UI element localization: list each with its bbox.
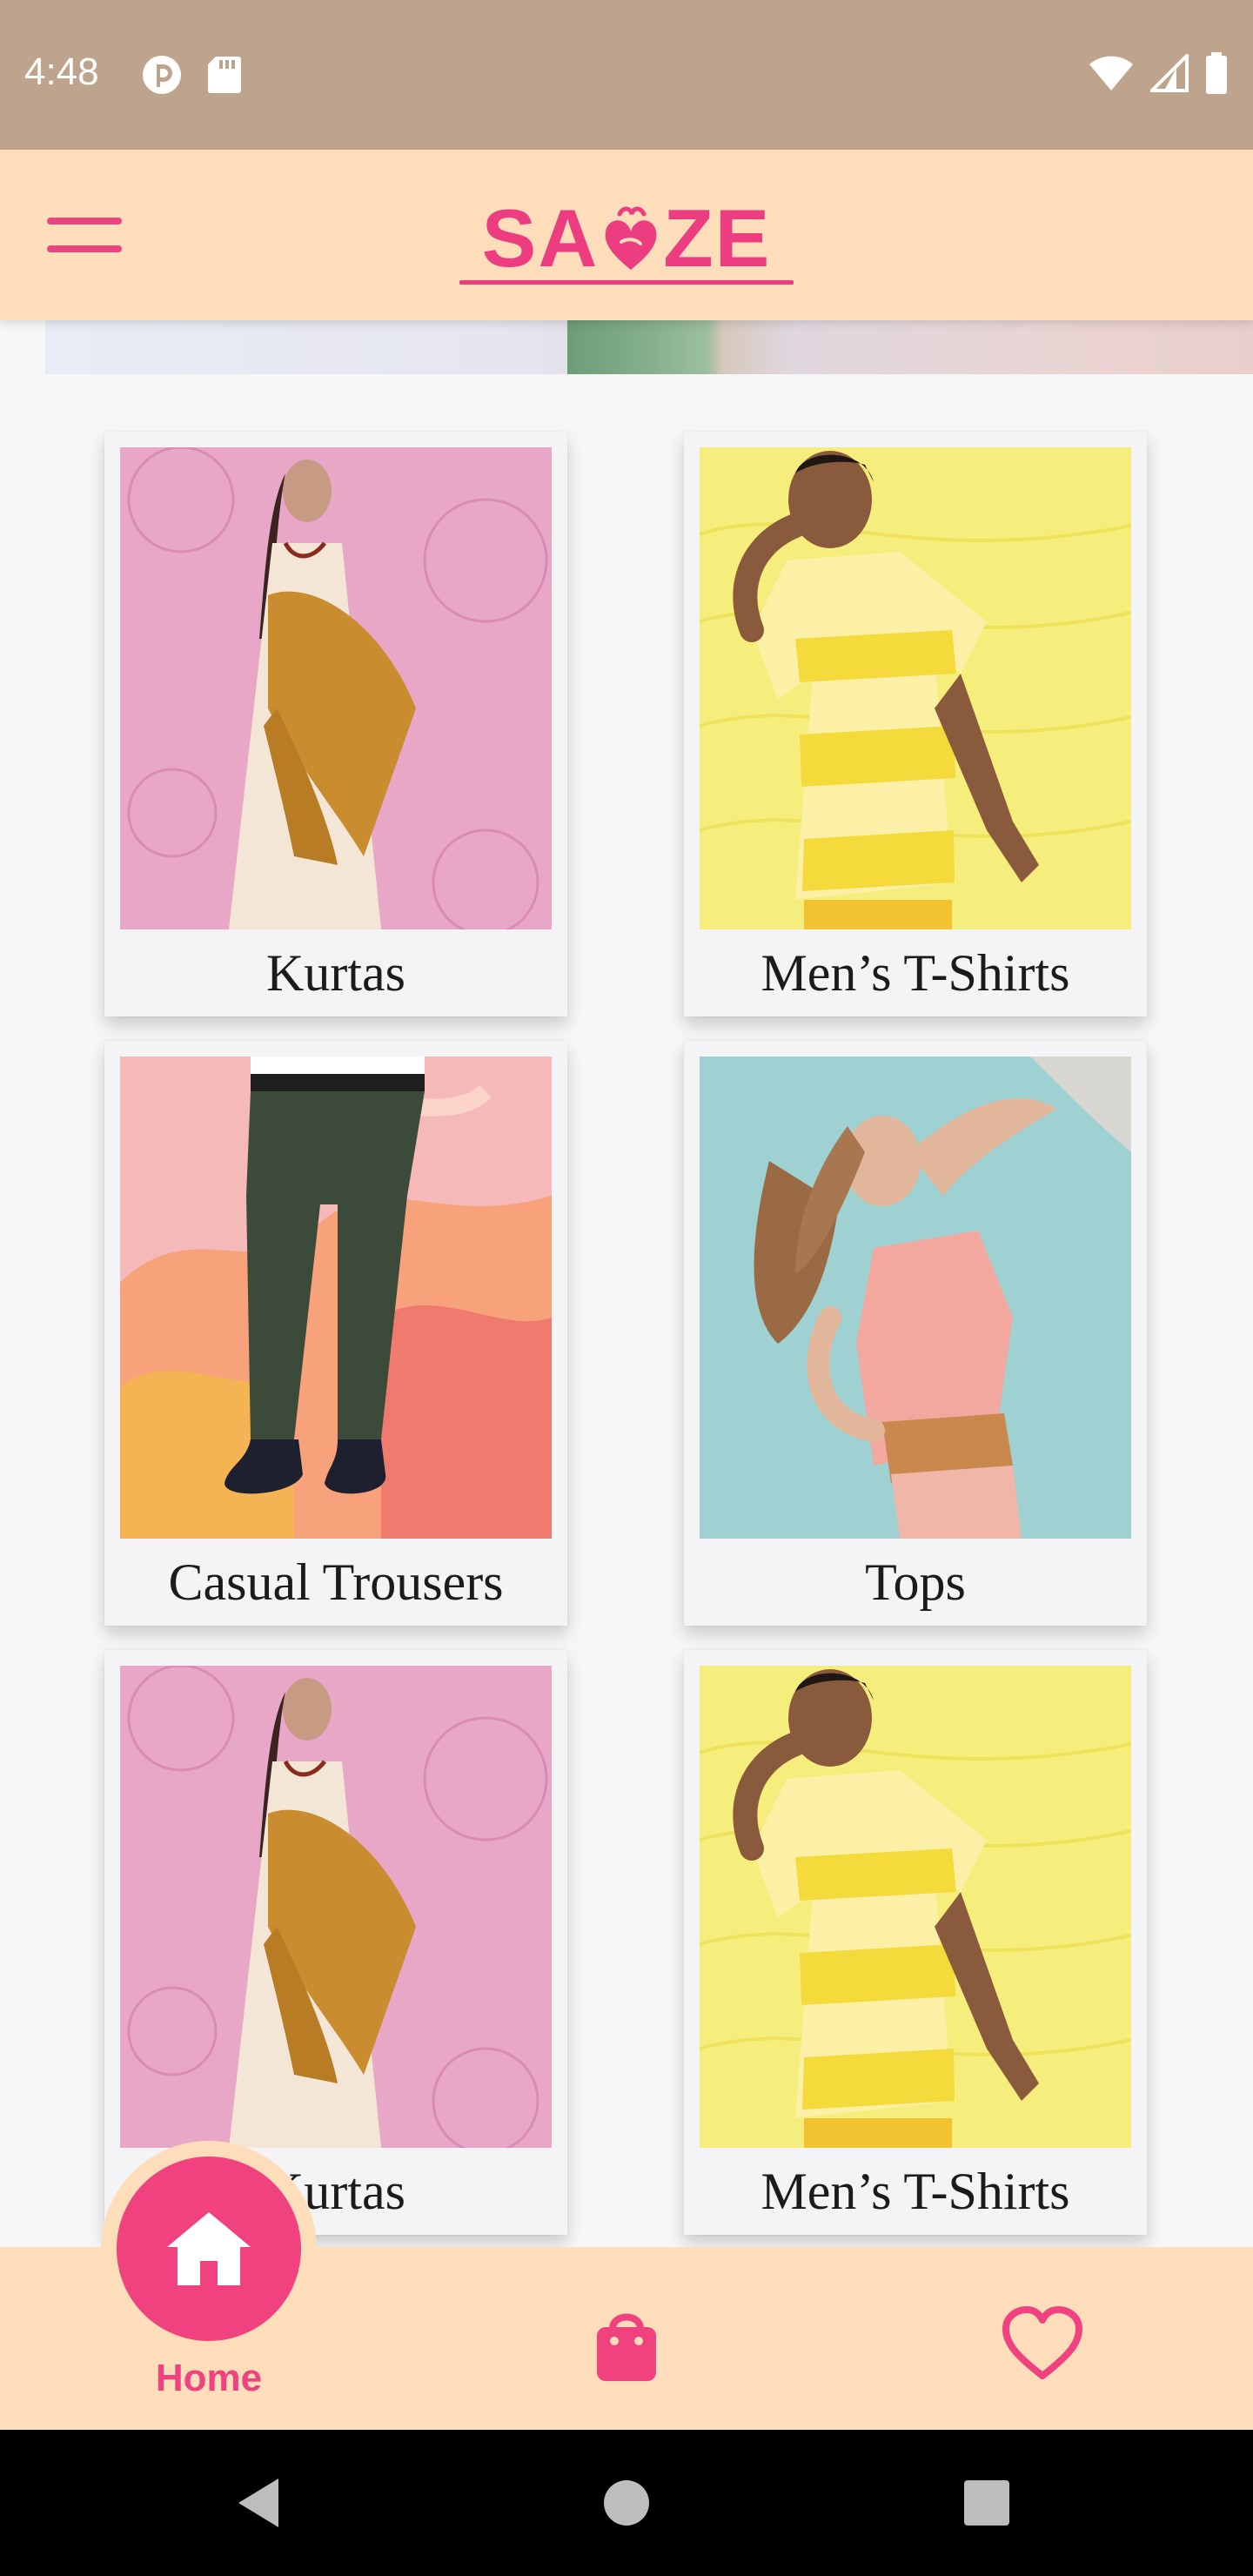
- system-nav-bar: [0, 2430, 1253, 2576]
- home-label[interactable]: Home: [122, 2357, 296, 2400]
- logo-text-right: ZE: [663, 192, 772, 284]
- category-label: Men’s T-Shirts: [761, 943, 1070, 1002]
- category-card-tops[interactable]: Tops: [684, 1041, 1147, 1626]
- status-right-icons: [1088, 52, 1229, 94]
- category-image-kurtas: [120, 447, 552, 929]
- menu-bar-bottom: [47, 245, 122, 252]
- category-image-mens-tshirts: [700, 447, 1131, 929]
- status-left-icons: [141, 54, 242, 96]
- category-card-mens-tshirts[interactable]: Men’s T-Shirts: [684, 432, 1147, 1016]
- heart-monogram-icon: [605, 206, 657, 270]
- category-card-casual-trousers[interactable]: Casual Trousers: [104, 1041, 567, 1626]
- shopping-bag-icon[interactable]: [585, 2303, 668, 2386]
- category-image-kurtas: [120, 1666, 552, 2148]
- brand-logo[interactable]: SA ZE: [459, 192, 794, 284]
- home-button[interactable]: [117, 2157, 301, 2341]
- logo-underline: [459, 280, 794, 285]
- category-card-mens-tshirts[interactable]: Men’s T-Shirts: [684, 1650, 1147, 2235]
- status-bar: 4:48: [0, 0, 1253, 150]
- promo-banner[interactable]: [45, 313, 1253, 374]
- recents-square-icon[interactable]: [952, 2468, 1022, 2538]
- logo-text-left: SA: [481, 192, 600, 284]
- pocket-casts-icon: [143, 56, 181, 94]
- status-time: 4:48: [24, 50, 99, 93]
- category-image-casual-trousers: [120, 1057, 552, 1539]
- category-card-kurtas[interactable]: Kurtas: [104, 432, 567, 1016]
- sd-card-icon: [208, 57, 241, 93]
- category-label: Men’s T-Shirts: [761, 2162, 1070, 2220]
- category-label: Tops: [865, 1553, 966, 1611]
- category-label: Casual Trousers: [168, 1553, 504, 1611]
- banner-figure-image: [533, 313, 794, 374]
- category-label: Kurtas: [266, 943, 405, 1002]
- menu-bar-top: [47, 218, 122, 225]
- heart-outline-icon[interactable]: [1001, 2303, 1084, 2386]
- hamburger-menu-icon[interactable]: [47, 212, 122, 258]
- cellular-signal-icon: [1150, 54, 1189, 92]
- home-icon: [167, 2212, 251, 2285]
- back-triangle-icon[interactable]: [226, 2468, 296, 2538]
- battery-icon: [1206, 52, 1227, 94]
- wifi-icon: [1089, 56, 1133, 91]
- app-header: SA ZE: [0, 150, 1253, 320]
- category-image-tops: [700, 1057, 1131, 1539]
- home-circle-icon[interactable]: [592, 2468, 661, 2538]
- category-image-mens-tshirts: [700, 1666, 1131, 2148]
